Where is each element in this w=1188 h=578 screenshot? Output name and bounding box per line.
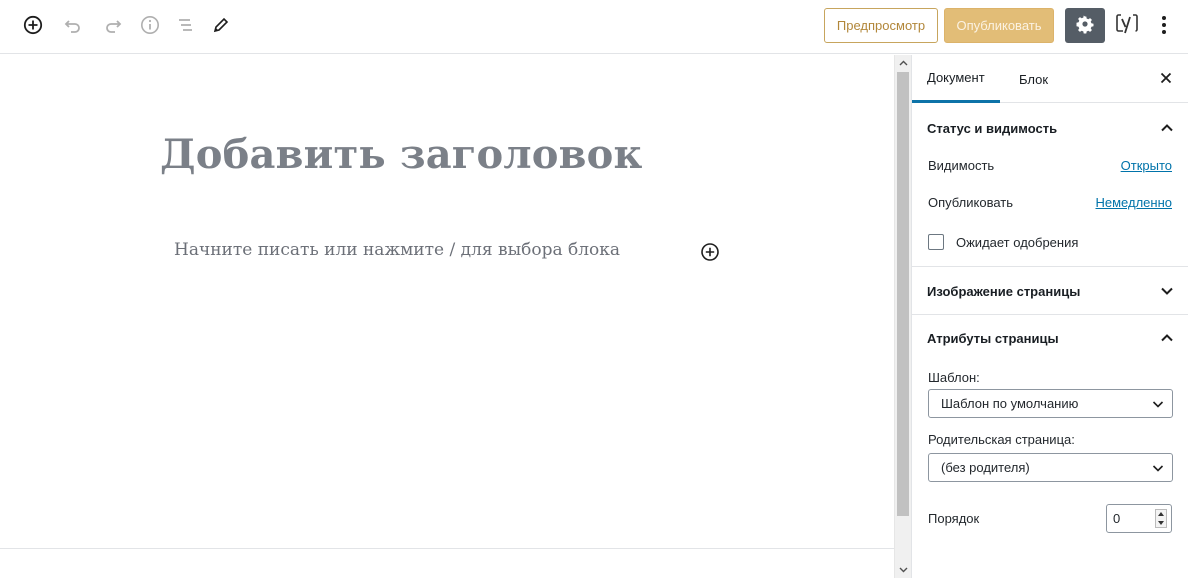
scroll-down-arrow-icon[interactable] — [895, 562, 911, 578]
gear-icon — [1075, 14, 1095, 37]
chevron-up-icon — [1161, 124, 1173, 132]
order-number-input[interactable]: 0 — [1106, 504, 1172, 533]
publish-date-label: Опубликовать — [928, 195, 1014, 210]
panel-featured-image-title: Изображение страницы — [927, 283, 1081, 299]
preview-button[interactable]: Предпросмотр — [824, 8, 938, 43]
order-number-value: 0 — [1113, 511, 1121, 526]
settings-sidebar: Документ Блок Статус и видимость Видимос… — [911, 55, 1188, 578]
chevron-down-icon — [1152, 465, 1164, 472]
block-navigation-icon[interactable] — [172, 12, 198, 38]
inline-add-block-icon[interactable] — [700, 242, 720, 262]
scroll-up-arrow-icon[interactable] — [895, 55, 911, 71]
yoast-seo-button[interactable] — [1113, 12, 1141, 40]
spinner-up-icon[interactable] — [1156, 510, 1166, 518]
spinner-down-icon[interactable] — [1156, 519, 1166, 527]
parent-page-label: Родительская страница: — [928, 432, 1075, 447]
editor-scrollbar[interactable] — [894, 55, 911, 578]
order-spinner[interactable] — [1155, 509, 1167, 528]
close-icon — [1160, 72, 1172, 87]
panel-status-visibility-toggle[interactable]: Статус и видимость — [912, 104, 1188, 152]
yoast-icon — [1116, 12, 1138, 41]
tab-document-label: Документ — [927, 70, 985, 85]
info-icon[interactable] — [137, 12, 163, 38]
edit-tools-icon[interactable] — [208, 12, 234, 38]
publish-date-link[interactable]: Немедленно — [1096, 195, 1173, 210]
scroll-thumb[interactable] — [897, 72, 909, 516]
editor-footer-divider — [0, 548, 894, 549]
more-options-button[interactable] — [1152, 12, 1176, 40]
add-block-icon[interactable] — [20, 12, 46, 38]
more-vertical-icon — [1161, 15, 1167, 38]
undo-icon[interactable] — [60, 12, 86, 38]
sidebar-tabs: Документ Блок — [912, 55, 1188, 103]
panel-status-visibility-title: Статус и видимость — [927, 120, 1058, 136]
panel-featured-image-toggle[interactable]: Изображение страницы — [912, 267, 1188, 315]
settings-button[interactable] — [1065, 8, 1105, 43]
template-label: Шаблон: — [928, 370, 980, 385]
panel-page-attributes-title: Атрибуты страницы — [927, 330, 1059, 346]
top-toolbar: Предпросмотр Опубликовать — [0, 0, 1188, 54]
editor-canvas: Добавить заголовок Начните писать или на… — [0, 55, 894, 578]
chevron-down-icon — [1152, 401, 1164, 408]
order-label: Порядок — [928, 511, 980, 526]
tab-block[interactable]: Блок — [1004, 55, 1063, 103]
tab-document[interactable]: Документ — [912, 55, 1000, 103]
pending-review-checkbox[interactable] — [928, 234, 944, 250]
default-block-appender[interactable]: Начните писать или нажмите / для выбора … — [174, 240, 620, 260]
template-select-value: Шаблон по умолчанию — [941, 396, 1079, 411]
publish-button[interactable]: Опубликовать — [944, 8, 1054, 43]
tab-block-label: Блок — [1019, 71, 1049, 87]
visibility-link[interactable]: Открыто — [1121, 158, 1172, 173]
visibility-label: Видимость — [928, 158, 995, 173]
parent-page-select-value: (без родителя) — [941, 460, 1030, 475]
chevron-down-icon — [1161, 287, 1173, 295]
pending-review-label[interactable]: Ожидает одобрения — [956, 235, 1078, 250]
post-title-input[interactable]: Добавить заголовок — [160, 131, 643, 178]
panel-page-attributes-toggle[interactable]: Атрибуты страницы — [912, 314, 1188, 362]
parent-page-select[interactable]: (без родителя) — [928, 453, 1173, 482]
template-select[interactable]: Шаблон по умолчанию — [928, 389, 1173, 418]
redo-icon[interactable] — [100, 12, 126, 38]
chevron-up-icon — [1161, 334, 1173, 342]
close-sidebar-button[interactable] — [1154, 67, 1178, 91]
